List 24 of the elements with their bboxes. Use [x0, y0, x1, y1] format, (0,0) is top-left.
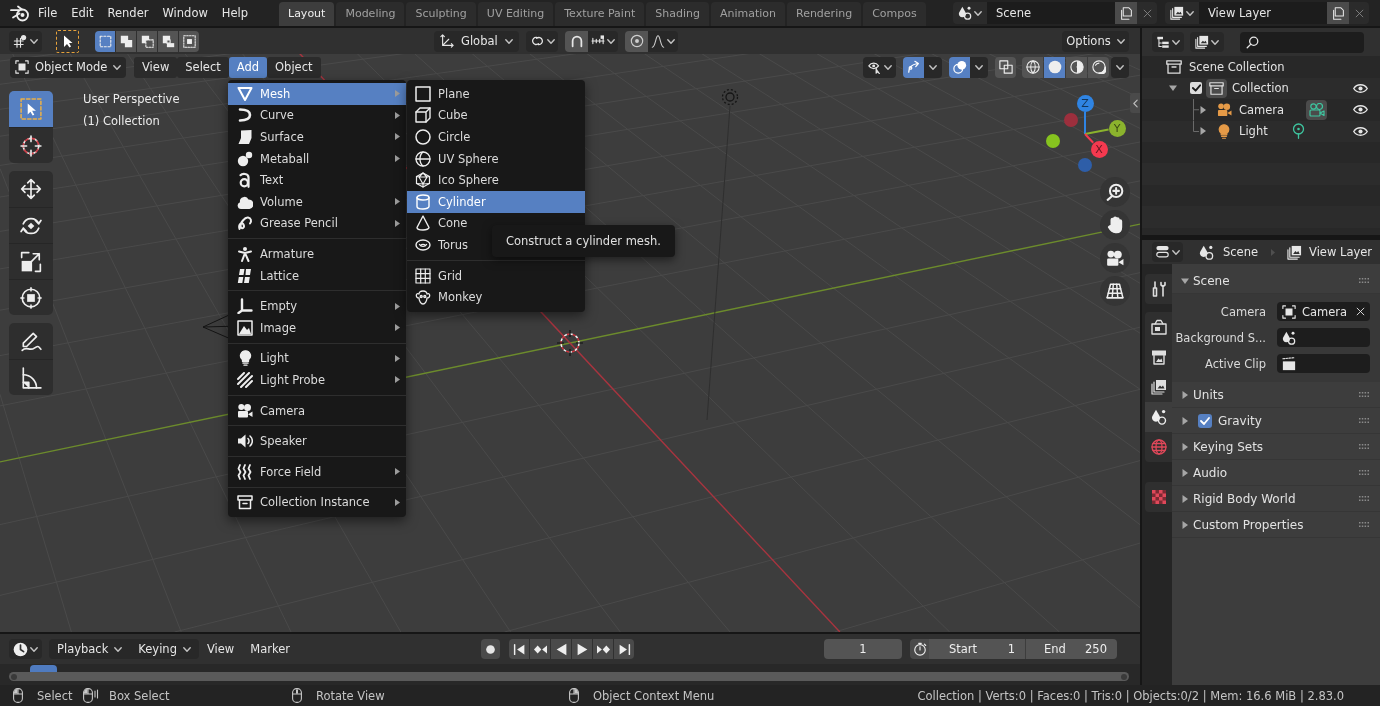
shortcut-hint: Object Context Menu	[593, 687, 715, 704]
panel-title: Custom Properties	[1193, 516, 1304, 533]
shortcut-hint: Select	[37, 687, 73, 704]
breadcrumb-label: Scene	[1223, 244, 1259, 260]
panel-title: Units	[1193, 386, 1224, 403]
panel-title: Audio	[1193, 464, 1228, 481]
field-label: Background S...	[1174, 329, 1266, 346]
scene-statistics: Collection | Verts:0 | Faces:0 | Tris:0 | Objects:0/2 | Mem: 16.6 MiB | 2.83.0	[917, 687, 1344, 704]
view-name-label: User Perspective	[83, 91, 180, 107]
panel-title: Scene	[1193, 272, 1230, 289]
shortcut-hint: Rotate View	[316, 687, 385, 704]
panel-title: Keying Sets	[1193, 438, 1264, 455]
active-collection-label: (1) Collection	[83, 113, 161, 129]
breadcrumb-label: View Layer	[1309, 244, 1373, 260]
outliner-item-label: Collection	[1232, 80, 1289, 97]
tooltip: Construct a cylinder mesh.	[492, 225, 675, 257]
panel-title: Gravity	[1218, 412, 1262, 429]
panel-title: Rigid Body World	[1193, 490, 1296, 507]
field-label: Camera	[1219, 303, 1266, 320]
outliner-item-label: Scene Collection	[1189, 58, 1285, 75]
field-label: Active Clip	[1204, 355, 1266, 372]
outliner-item-label: Light	[1239, 123, 1268, 140]
outliner-item-label: Camera	[1239, 101, 1285, 118]
shortcut-hint: Box Select	[109, 687, 170, 704]
